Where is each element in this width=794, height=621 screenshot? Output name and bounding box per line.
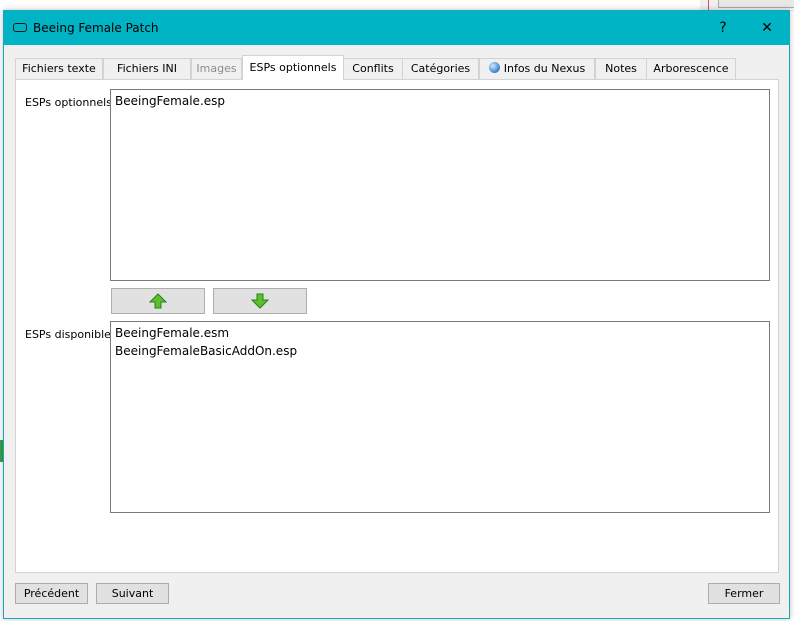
tab-arborescence[interactable]: Arborescence <box>646 58 736 79</box>
optional-esps-list[interactable]: BeeingFemale.esp <box>110 89 770 281</box>
tab-images[interactable]: Images <box>191 58 242 79</box>
tab-notes[interactable]: Notes <box>595 58 647 79</box>
mod-info-dialog: Beeing Female Patch ? ✕ Fichiers texte F… <box>3 10 790 619</box>
tab-infos-du-nexus[interactable]: Infos du Nexus <box>479 58 595 79</box>
available-esps-list[interactable]: BeeingFemale.esm BeeingFemaleBasicAddOn.… <box>110 321 770 513</box>
tab-panel-esps-optionnels: ESPs optionnels BeeingFemale.esp ESPs di… <box>15 79 779 573</box>
tab-esps-optionnels[interactable]: ESPs optionnels <box>242 55 344 80</box>
green-down-arrow-icon <box>251 293 269 309</box>
close-button[interactable]: Fermer <box>708 583 780 604</box>
tab-conflits[interactable]: Conflits <box>343 58 403 79</box>
window-title: Beeing Female Patch <box>33 21 159 35</box>
list-item[interactable]: BeeingFemaleBasicAddOn.esp <box>115 342 765 360</box>
app-icon <box>13 23 27 32</box>
previous-button[interactable]: Précédent <box>15 583 88 604</box>
list-item[interactable]: BeeingFemale.esm <box>115 324 765 342</box>
help-button[interactable]: ? <box>701 15 745 41</box>
tab-categories[interactable]: Catégories <box>402 58 479 79</box>
list-item[interactable]: BeeingFemale.esp <box>115 92 765 110</box>
tab-bar: Fichiers texte Fichiers INI Images ESPs … <box>15 55 775 80</box>
green-up-arrow-icon <box>149 293 167 309</box>
globe-icon <box>488 62 500 73</box>
available-esps-label: ESPs disponibles <box>25 328 117 341</box>
close-window-button[interactable]: ✕ <box>745 15 789 41</box>
next-button[interactable]: Suivant <box>96 583 169 604</box>
move-down-button[interactable] <box>213 288 307 314</box>
tab-fichiers-texte[interactable]: Fichiers texte <box>15 58 103 79</box>
title-bar[interactable]: Beeing Female Patch ? ✕ <box>4 11 789 45</box>
tab-fichiers-ini[interactable]: Fichiers INI <box>103 58 191 79</box>
move-up-button[interactable] <box>111 288 205 314</box>
optional-esps-label: ESPs optionnels <box>25 96 112 109</box>
